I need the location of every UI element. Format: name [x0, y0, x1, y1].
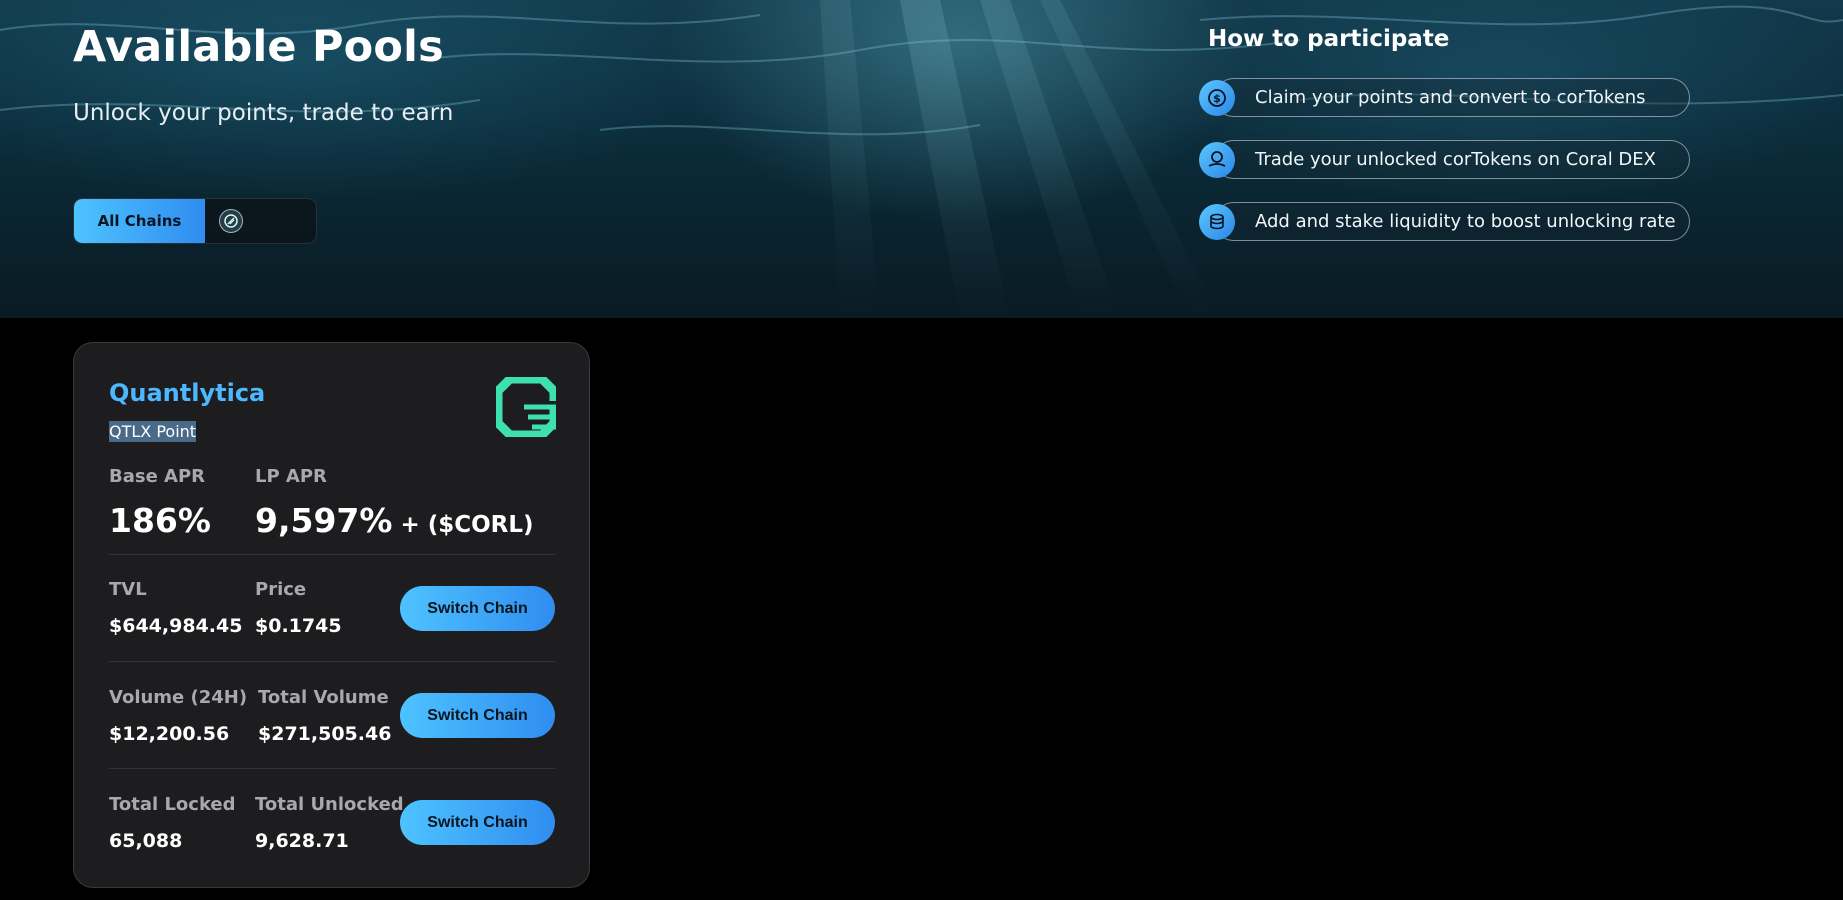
lp-apr-label: LP APR [255, 466, 327, 487]
total-volume-value: $271,505.46 [258, 723, 392, 745]
total-volume-label: Total Volume [258, 687, 389, 708]
base-apr-label: Base APR [109, 466, 206, 487]
volume-24h-value: $12,200.56 [109, 723, 230, 745]
step-claim-points: $ Claim your points and convert to corTo… [1199, 78, 1690, 117]
price-label: Price [255, 579, 307, 600]
page-subtitle: Unlock your points, trade to earn [73, 100, 454, 126]
pool-point-label: QTLX Point [109, 421, 197, 442]
total-locked-label: Total Locked [109, 794, 236, 815]
step-trade-tokens: Trade your unlocked corTokens on Coral D… [1199, 140, 1690, 179]
lp-apr-number: 9,597% [255, 501, 393, 540]
page-title: Available Pools [73, 22, 444, 72]
divider [109, 554, 555, 555]
lp-apr-value: 9,597% + ($CORL) [255, 501, 534, 540]
switch-chain-button[interactable]: Switch Chain [400, 800, 555, 845]
lp-apr-suffix: + ($CORL) [392, 512, 534, 538]
stacked-coins-icon [1199, 204, 1235, 240]
base-apr-value: 186% [109, 501, 211, 540]
price-value: $0.1745 [255, 615, 342, 637]
chain-logo-icon[interactable] [219, 209, 243, 233]
hero-banner: Available Pools Unlock your points, trad… [0, 0, 1843, 318]
step-label: Add and stake liquidity to boost unlocki… [1255, 211, 1676, 232]
tvl-label: TVL [109, 579, 147, 600]
step-add-liquidity: Add and stake liquidity to boost unlocki… [1199, 202, 1690, 241]
divider [109, 661, 555, 662]
svg-text:$: $ [1213, 92, 1221, 105]
step-label: Trade your unlocked corTokens on Coral D… [1255, 149, 1656, 170]
total-locked-value: 65,088 [109, 830, 183, 852]
volume-24h-label: Volume (24H) [109, 687, 248, 708]
divider [109, 768, 555, 769]
switch-chain-button[interactable]: Switch Chain [400, 586, 555, 631]
all-chains-button[interactable]: All Chains [74, 199, 205, 243]
quantlytica-logo-icon [496, 377, 556, 437]
chain-logo-glyph [224, 214, 238, 228]
pool-name: Quantlytica [109, 379, 266, 407]
total-unlocked-label: Total Unlocked [255, 794, 404, 815]
step-label: Claim your points and convert to corToke… [1255, 87, 1646, 108]
convert-coin-icon: $ [1199, 80, 1235, 116]
how-to-participate-title: How to participate [1208, 26, 1450, 52]
chain-filter: All Chains [73, 198, 317, 244]
switch-chain-button[interactable]: Switch Chain [400, 693, 555, 738]
trade-coin-icon [1199, 142, 1235, 178]
tvl-value: $644,984.45 [109, 615, 243, 637]
pool-card[interactable]: Quantlytica QTLX Point Base APR LP APR 1… [73, 342, 590, 888]
total-unlocked-value: 9,628.71 [255, 830, 349, 852]
